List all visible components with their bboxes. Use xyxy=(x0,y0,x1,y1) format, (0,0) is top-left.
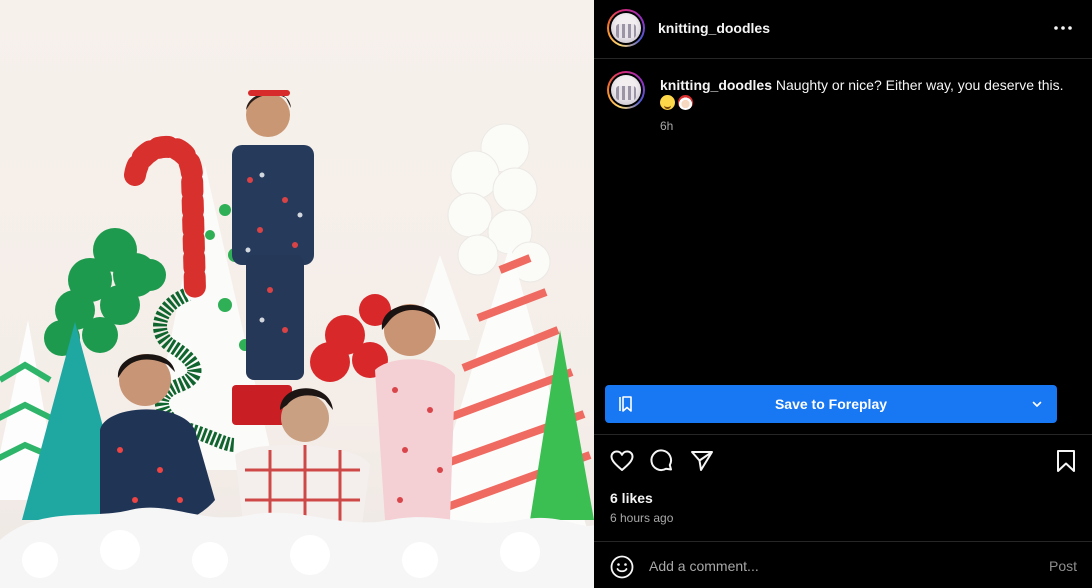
comment-icon[interactable] xyxy=(649,448,675,474)
post-photo[interactable] xyxy=(0,0,594,588)
send-icon[interactable] xyxy=(689,448,715,474)
comment-bar: Post xyxy=(594,541,1092,588)
smiley-icon[interactable] xyxy=(609,554,635,580)
santa-emoji-icon xyxy=(678,95,693,110)
wink-emoji-icon xyxy=(660,95,675,110)
caption-section: knitting_doodles Naughty or nice? Either… xyxy=(594,59,1092,379)
caption-avatar[interactable] xyxy=(607,71,645,109)
avatar[interactable] xyxy=(607,9,645,47)
post-photo-illustration xyxy=(0,90,594,588)
caption-timestamp[interactable]: 6h xyxy=(660,119,673,133)
caption: knitting_doodles Naughty or nice? Either… xyxy=(660,76,1076,112)
comment-input[interactable] xyxy=(649,553,1029,579)
divider xyxy=(594,434,1092,435)
chevron-down-icon[interactable] xyxy=(1031,398,1043,410)
post-detail-panel: knitting_doodles knitting_doodles Naught… xyxy=(594,0,1092,588)
heart-icon[interactable] xyxy=(609,448,635,474)
likes-count[interactable]: 6 likes xyxy=(610,490,653,506)
save-button-label: Save to Foreplay xyxy=(774,396,888,412)
post-timestamp[interactable]: 6 hours ago xyxy=(610,511,673,525)
more-horizontal-icon[interactable] xyxy=(1052,20,1074,36)
caption-username[interactable]: knitting_doodles xyxy=(660,77,772,93)
bookmark-icon[interactable] xyxy=(1053,448,1079,474)
save-to-foreplay-button[interactable]: Save to Foreplay xyxy=(605,385,1057,423)
post-header: knitting_doodles xyxy=(594,0,1092,59)
username-link[interactable]: knitting_doodles xyxy=(658,20,770,36)
caption-text: Naughty or nice? Either way, you deserve… xyxy=(775,77,1064,93)
bookmark-icon xyxy=(619,396,632,412)
action-bar xyxy=(594,448,1092,476)
post-comment-button[interactable]: Post xyxy=(1049,558,1077,574)
